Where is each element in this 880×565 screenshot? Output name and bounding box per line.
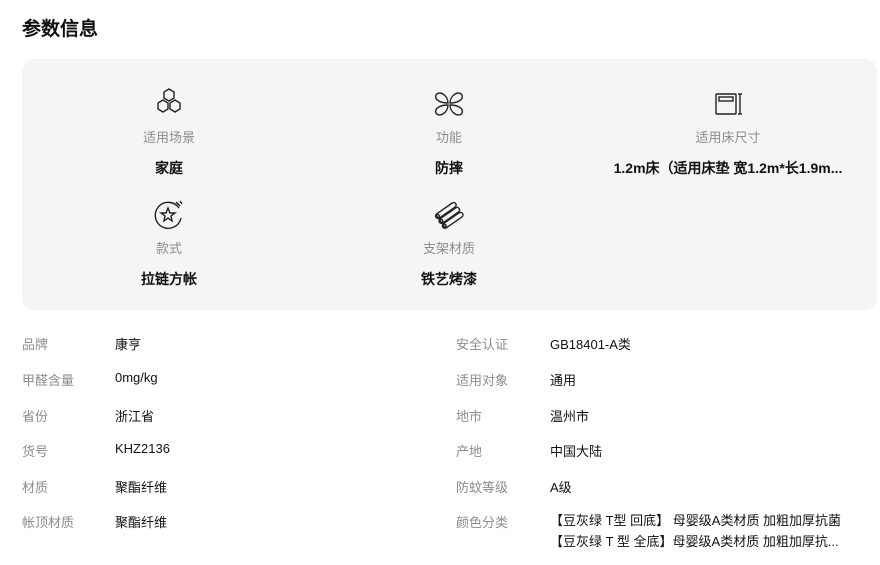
feature-card: 适用场景 家庭 功能 防摔 适用床尺寸 1.2m床（适用床垫 宽1.2m*长1.…: [22, 59, 877, 310]
color-option: 【豆灰绿 T 型 全底】母婴级A类材质 加粗加厚抗...: [550, 534, 839, 549]
spec-value-list: 【豆灰绿 T型 回底】 母婴级A类材质 加粗加厚抗菌 【豆灰绿 T 型 全底】母…: [550, 510, 848, 552]
pipe-bundle-icon: [434, 201, 464, 229]
feature-value: 拉链方帐: [141, 271, 197, 287]
feature-label: 功能: [435, 130, 462, 145]
bed-frame-icon: [715, 93, 742, 115]
feature-style: 款式 拉链方帐: [34, 198, 304, 289]
feature-value: 防摔: [435, 160, 463, 176]
spec-value: A级: [550, 480, 572, 495]
spec-key: 地市: [456, 409, 483, 424]
spec-key: 安全认证: [456, 337, 509, 352]
feature-label: 支架材质: [422, 241, 475, 256]
clover-petals-icon: [434, 92, 464, 116]
color-option: 【豆灰绿 T型 回底】 母婴级A类材质 加粗加厚抗菌: [550, 513, 842, 528]
feature-value: 1.2m床（适用床垫 宽1.2m*长1.9m...: [613, 160, 843, 176]
spec-key: 适用对象: [456, 373, 509, 388]
spec-key: 货号: [22, 444, 49, 459]
feature-bed-size: 适用床尺寸 1.2m床（适用床垫 宽1.2m*长1.9m...: [593, 87, 863, 178]
feature-function: 功能 防摔: [314, 87, 584, 178]
spec-value: KHZ2136: [115, 441, 170, 456]
feature-value: 家庭: [155, 160, 183, 176]
spec-key: 材质: [22, 480, 49, 495]
feature-label: 适用场景: [142, 130, 195, 145]
spec-key: 品牌: [22, 337, 49, 352]
spec-value: 聚酯纤维: [115, 515, 168, 530]
feature-label: 适用床尺寸: [695, 130, 761, 145]
spec-key: 产地: [456, 444, 483, 459]
feature-frame-material: 支架材质 铁艺烤漆: [314, 198, 584, 289]
spec-value: 聚酯纤维: [115, 480, 168, 495]
star-circle-icon: [154, 200, 183, 230]
feature-value: 铁艺烤漆: [421, 271, 477, 287]
spec-value: 中国大陆: [550, 444, 603, 459]
spec-key: 防蚊等级: [456, 480, 509, 495]
feature-label: 款式: [155, 241, 182, 256]
spec-key: 省份: [22, 409, 49, 424]
spec-value: GB18401-A类: [550, 337, 631, 352]
section-title: 参数信息: [22, 19, 99, 40]
spec-key: 甲醛含量: [22, 373, 75, 388]
spec-value: 温州市: [550, 409, 590, 424]
hexagon-cluster-icon: [157, 88, 181, 113]
spec-value: 康亨: [115, 337, 142, 352]
spec-key: 帐顶材质: [22, 515, 75, 530]
spec-value: 0mg/kg: [115, 370, 158, 385]
spec-value: 通用: [550, 373, 577, 388]
feature-scene: 适用场景 家庭: [34, 87, 304, 178]
spec-key: 颜色分类: [456, 515, 509, 530]
spec-value: 浙江省: [115, 409, 155, 424]
